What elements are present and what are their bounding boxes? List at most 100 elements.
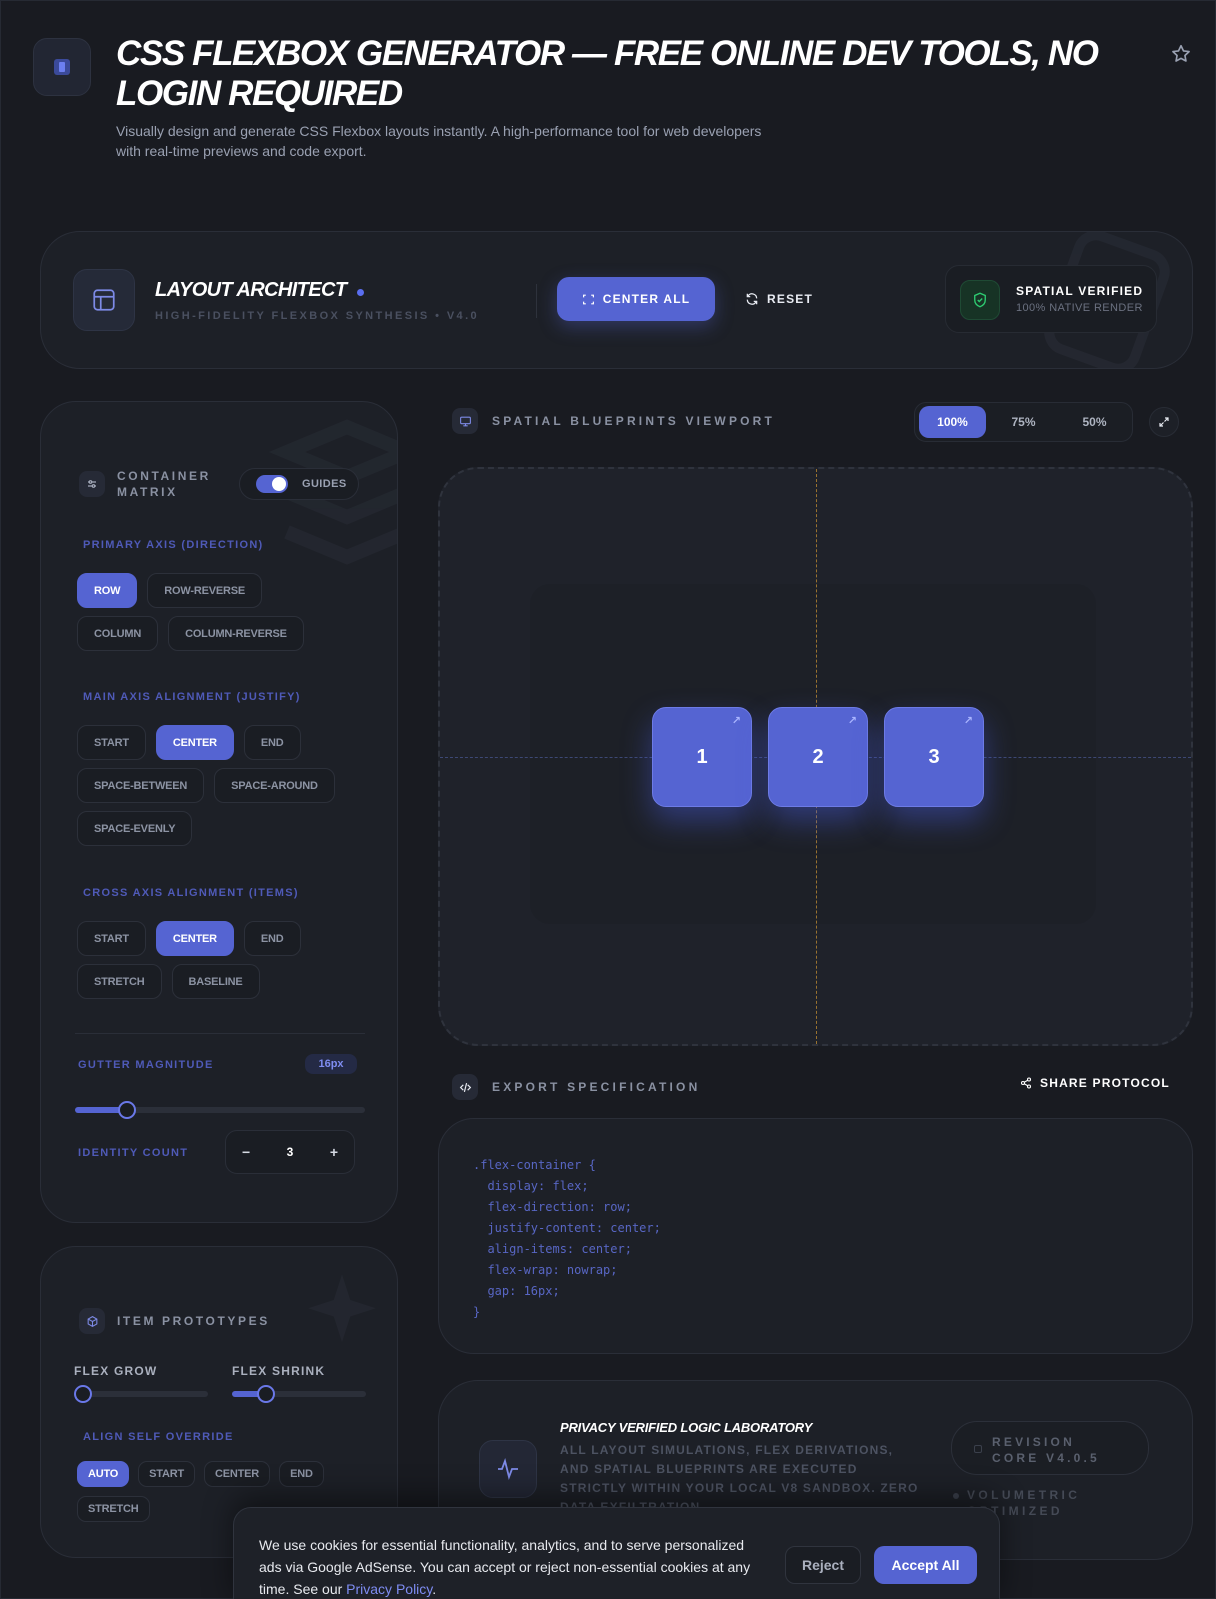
divider <box>536 284 537 318</box>
align-self-auto-button[interactable]: AUTO <box>77 1461 130 1487</box>
refresh-icon <box>746 293 758 305</box>
export-header: EXPORT SPECIFICATION <box>452 1074 700 1100</box>
cookie-text-end: . <box>432 1581 437 1597</box>
flex-grow-label: FLEX GROW <box>74 1364 158 1378</box>
zoom-75-button[interactable]: 75% <box>990 406 1057 438</box>
justify-space-around-button[interactable]: SPACE-AROUND <box>214 768 335 803</box>
gutter-slider[interactable] <box>75 1101 365 1119</box>
justify-label: Main Axis Alignment (Justify) <box>83 691 301 703</box>
cube-icon <box>79 1308 105 1334</box>
divider <box>75 1033 365 1034</box>
direction-column-reverse-button[interactable]: COLUMN-REVERSE <box>168 616 304 651</box>
verified-badge: SPATIAL VERIFIED 100% NATIVE RENDER <box>945 265 1157 333</box>
flex-items: ↗ 1 ↗ 2 ↗ 3 <box>652 707 984 807</box>
flex-item[interactable]: ↗ 2 <box>768 707 868 807</box>
privacy-policy-link[interactable]: Privacy Policy <box>346 1581 432 1597</box>
container-panel: Container Matrix GUIDES Primary Axis (Di… <box>40 401 398 1223</box>
container-title: Container Matrix <box>117 469 211 499</box>
direction-row-reverse-button[interactable]: ROW-REVERSE <box>147 573 262 608</box>
items-options: START CENTER END STRETCH BASELINE <box>77 921 337 999</box>
privacy-title: Privacy Verified Logic Laboratory <box>560 1420 813 1435</box>
zoom-100-button[interactable]: 100% <box>919 406 986 438</box>
status-dot <box>357 289 364 296</box>
decrement-button[interactable]: − <box>242 1144 250 1160</box>
arrow-icon: ↗ <box>847 715 857 727</box>
items-end-button[interactable]: END <box>243 921 301 956</box>
star-icon[interactable] <box>1170 43 1192 65</box>
code-line: justify-content: center; <box>473 1221 661 1235</box>
justify-space-evenly-button[interactable]: SPACE-EVENLY <box>77 811 193 846</box>
flex-grow-slider[interactable] <box>74 1385 208 1403</box>
count-label: Identity Count <box>78 1147 189 1159</box>
page-title: CSS Flexbox Generator — Free Online Dev … <box>116 34 1099 113</box>
justify-start-button[interactable]: START <box>77 725 146 760</box>
zoom-selector: 100% 75% 50% <box>914 402 1133 442</box>
align-self-start-button[interactable]: START <box>138 1461 196 1487</box>
arrow-icon: ↗ <box>963 715 973 727</box>
viewport-title: SPATIAL BLUEPRINTS VIEWPORT <box>492 414 776 428</box>
flex-item[interactable]: ↗ 1 <box>652 707 752 807</box>
guides-label: GUIDES <box>302 478 347 490</box>
center-all-button[interactable]: Center All <box>557 277 715 321</box>
cookie-banner: We use cookies for essential functionali… <box>233 1507 1000 1599</box>
direction-column-button[interactable]: COLUMN <box>77 616 159 651</box>
guides-switch[interactable] <box>256 475 288 493</box>
align-self-end-button[interactable]: END <box>279 1461 324 1487</box>
items-baseline-button[interactable]: BASELINE <box>171 964 260 999</box>
focus-icon <box>582 294 594 304</box>
align-self-center-button[interactable]: CENTER <box>204 1461 271 1487</box>
flex-shrink-handle[interactable] <box>256 1385 275 1403</box>
zoom-50-button[interactable]: 50% <box>1061 406 1128 438</box>
reset-button[interactable]: Reset <box>745 277 813 321</box>
share-icon <box>1020 1077 1032 1089</box>
code-icon <box>452 1074 478 1100</box>
items-start-button[interactable]: START <box>77 921 146 956</box>
gutter-slider-handle[interactable] <box>118 1101 137 1119</box>
architect-tagline: High-Fidelity Flexbox Synthesis • V4.0 <box>155 310 480 322</box>
justify-end-button[interactable]: END <box>243 725 301 760</box>
code-line: flex-wrap: nowrap; <box>473 1263 618 1277</box>
justify-space-between-button[interactable]: SPACE-BETWEEN <box>77 768 205 803</box>
viewport-header: SPATIAL BLUEPRINTS VIEWPORT <box>452 408 775 434</box>
share-button[interactable]: SHARE PROTOCOL <box>1020 1076 1170 1090</box>
revision-icon <box>974 1445 982 1453</box>
accept-cookies-button[interactable]: Accept All <box>874 1546 977 1584</box>
prototypes-title: Item Prototypes <box>117 1314 270 1328</box>
cookie-message: We use cookies for essential functionali… <box>259 1537 751 1597</box>
preview-stage: ↗ 1 ↗ 2 ↗ 3 <box>438 467 1193 1046</box>
reject-cookies-button[interactable]: Reject <box>785 1546 861 1584</box>
logo[interactable] <box>33 38 91 96</box>
verified-subtitle: 100% NATIVE RENDER <box>1016 302 1143 314</box>
chip-icon <box>54 59 70 75</box>
code-line: flex-direction: row; <box>473 1200 632 1214</box>
flex-grow-handle[interactable] <box>74 1385 92 1403</box>
architect-bar: Layout Architect High-Fidelity Flexbox S… <box>40 231 1193 369</box>
align-self-stretch-button[interactable]: STRETCH <box>77 1496 150 1522</box>
justify-center-button[interactable]: CENTER <box>155 725 234 760</box>
flex-shrink-slider[interactable] <box>232 1385 366 1403</box>
code-line: .flex-container { <box>473 1158 596 1172</box>
sparkle-decoration <box>308 1274 376 1342</box>
direction-label: Primary Axis (Direction) <box>83 539 264 551</box>
center-all-label: Center All <box>602 292 691 306</box>
items-stretch-button[interactable]: STRETCH <box>77 964 162 999</box>
justify-options: START CENTER END SPACE-BETWEEN SPACE-ARO… <box>77 725 367 846</box>
increment-button[interactable]: + <box>330 1144 338 1160</box>
status-dot <box>953 1493 959 1499</box>
arrow-icon: ↗ <box>731 715 741 727</box>
pulse-icon <box>479 1440 537 1498</box>
code-line: gap: 16px; <box>473 1284 560 1298</box>
architect-title: Layout Architect <box>155 279 347 301</box>
items-center-button[interactable]: CENTER <box>155 921 234 956</box>
gutter-label: Gutter Magnitude <box>78 1059 214 1071</box>
identity-count-value: 3 <box>286 1145 294 1159</box>
code-line: display: flex; <box>473 1179 589 1193</box>
direction-row-button[interactable]: ROW <box>77 573 138 608</box>
flex-item[interactable]: ↗ 3 <box>884 707 984 807</box>
verified-title: SPATIAL VERIFIED <box>1016 284 1144 298</box>
reset-label: Reset <box>767 292 814 306</box>
code-output[interactable]: .flex-container { display: flex; flex-di… <box>438 1118 1193 1354</box>
guides-toggle[interactable]: GUIDES <box>239 468 359 500</box>
expand-icon[interactable] <box>1149 407 1179 437</box>
flex-item-label: 1 <box>696 745 708 768</box>
